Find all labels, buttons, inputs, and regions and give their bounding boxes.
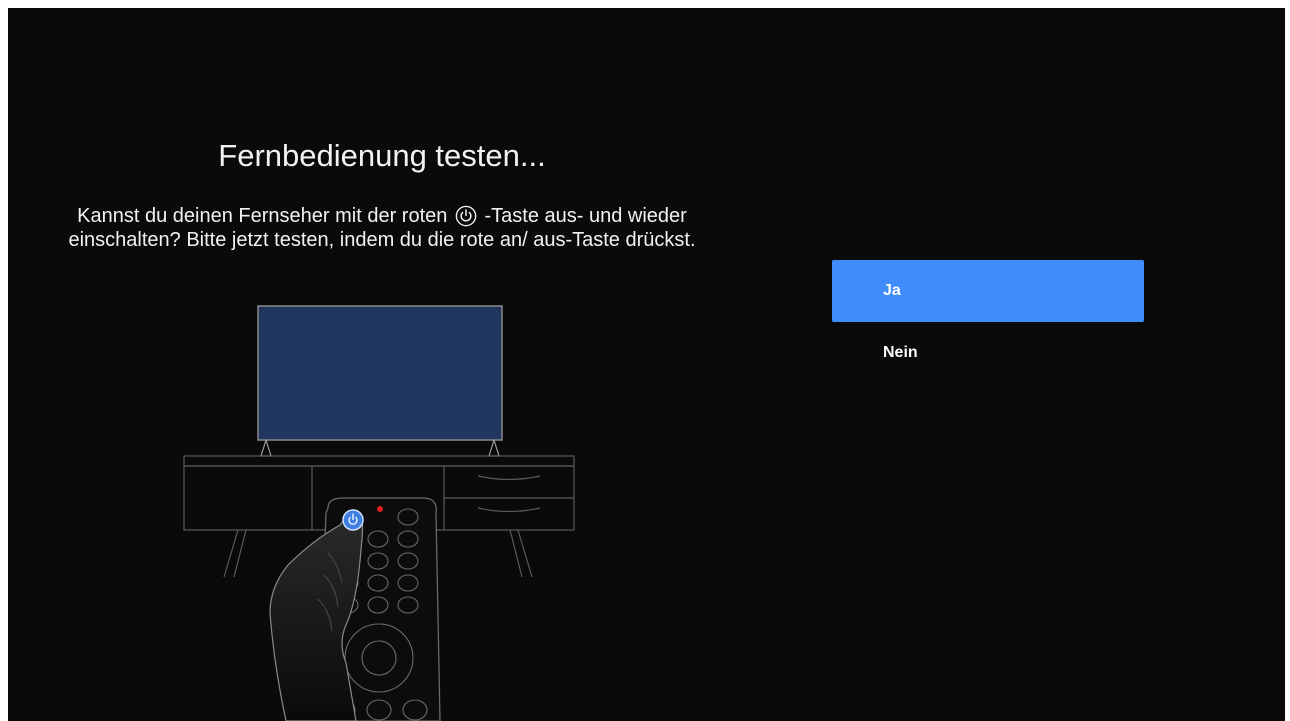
tv-remote-illustration [183, 305, 575, 721]
option-nein[interactable]: Nein [832, 322, 1144, 384]
power-icon [455, 205, 477, 227]
instruction-text-part1: Kannst du deinen Fernseher mit der roten [77, 205, 448, 227]
hand-icon [269, 509, 364, 721]
instruction-text: Kannst du deinen Fernseher mit der roten… [52, 204, 712, 252]
option-list: Ja Nein [832, 260, 1144, 384]
tv-icon [257, 305, 503, 457]
tv-setup-screen: Fernbedienung testen... Kannst du deinen… [8, 8, 1285, 721]
page-title: Fernbedienung testen... [218, 138, 546, 173]
option-ja[interactable]: Ja [832, 260, 1144, 322]
